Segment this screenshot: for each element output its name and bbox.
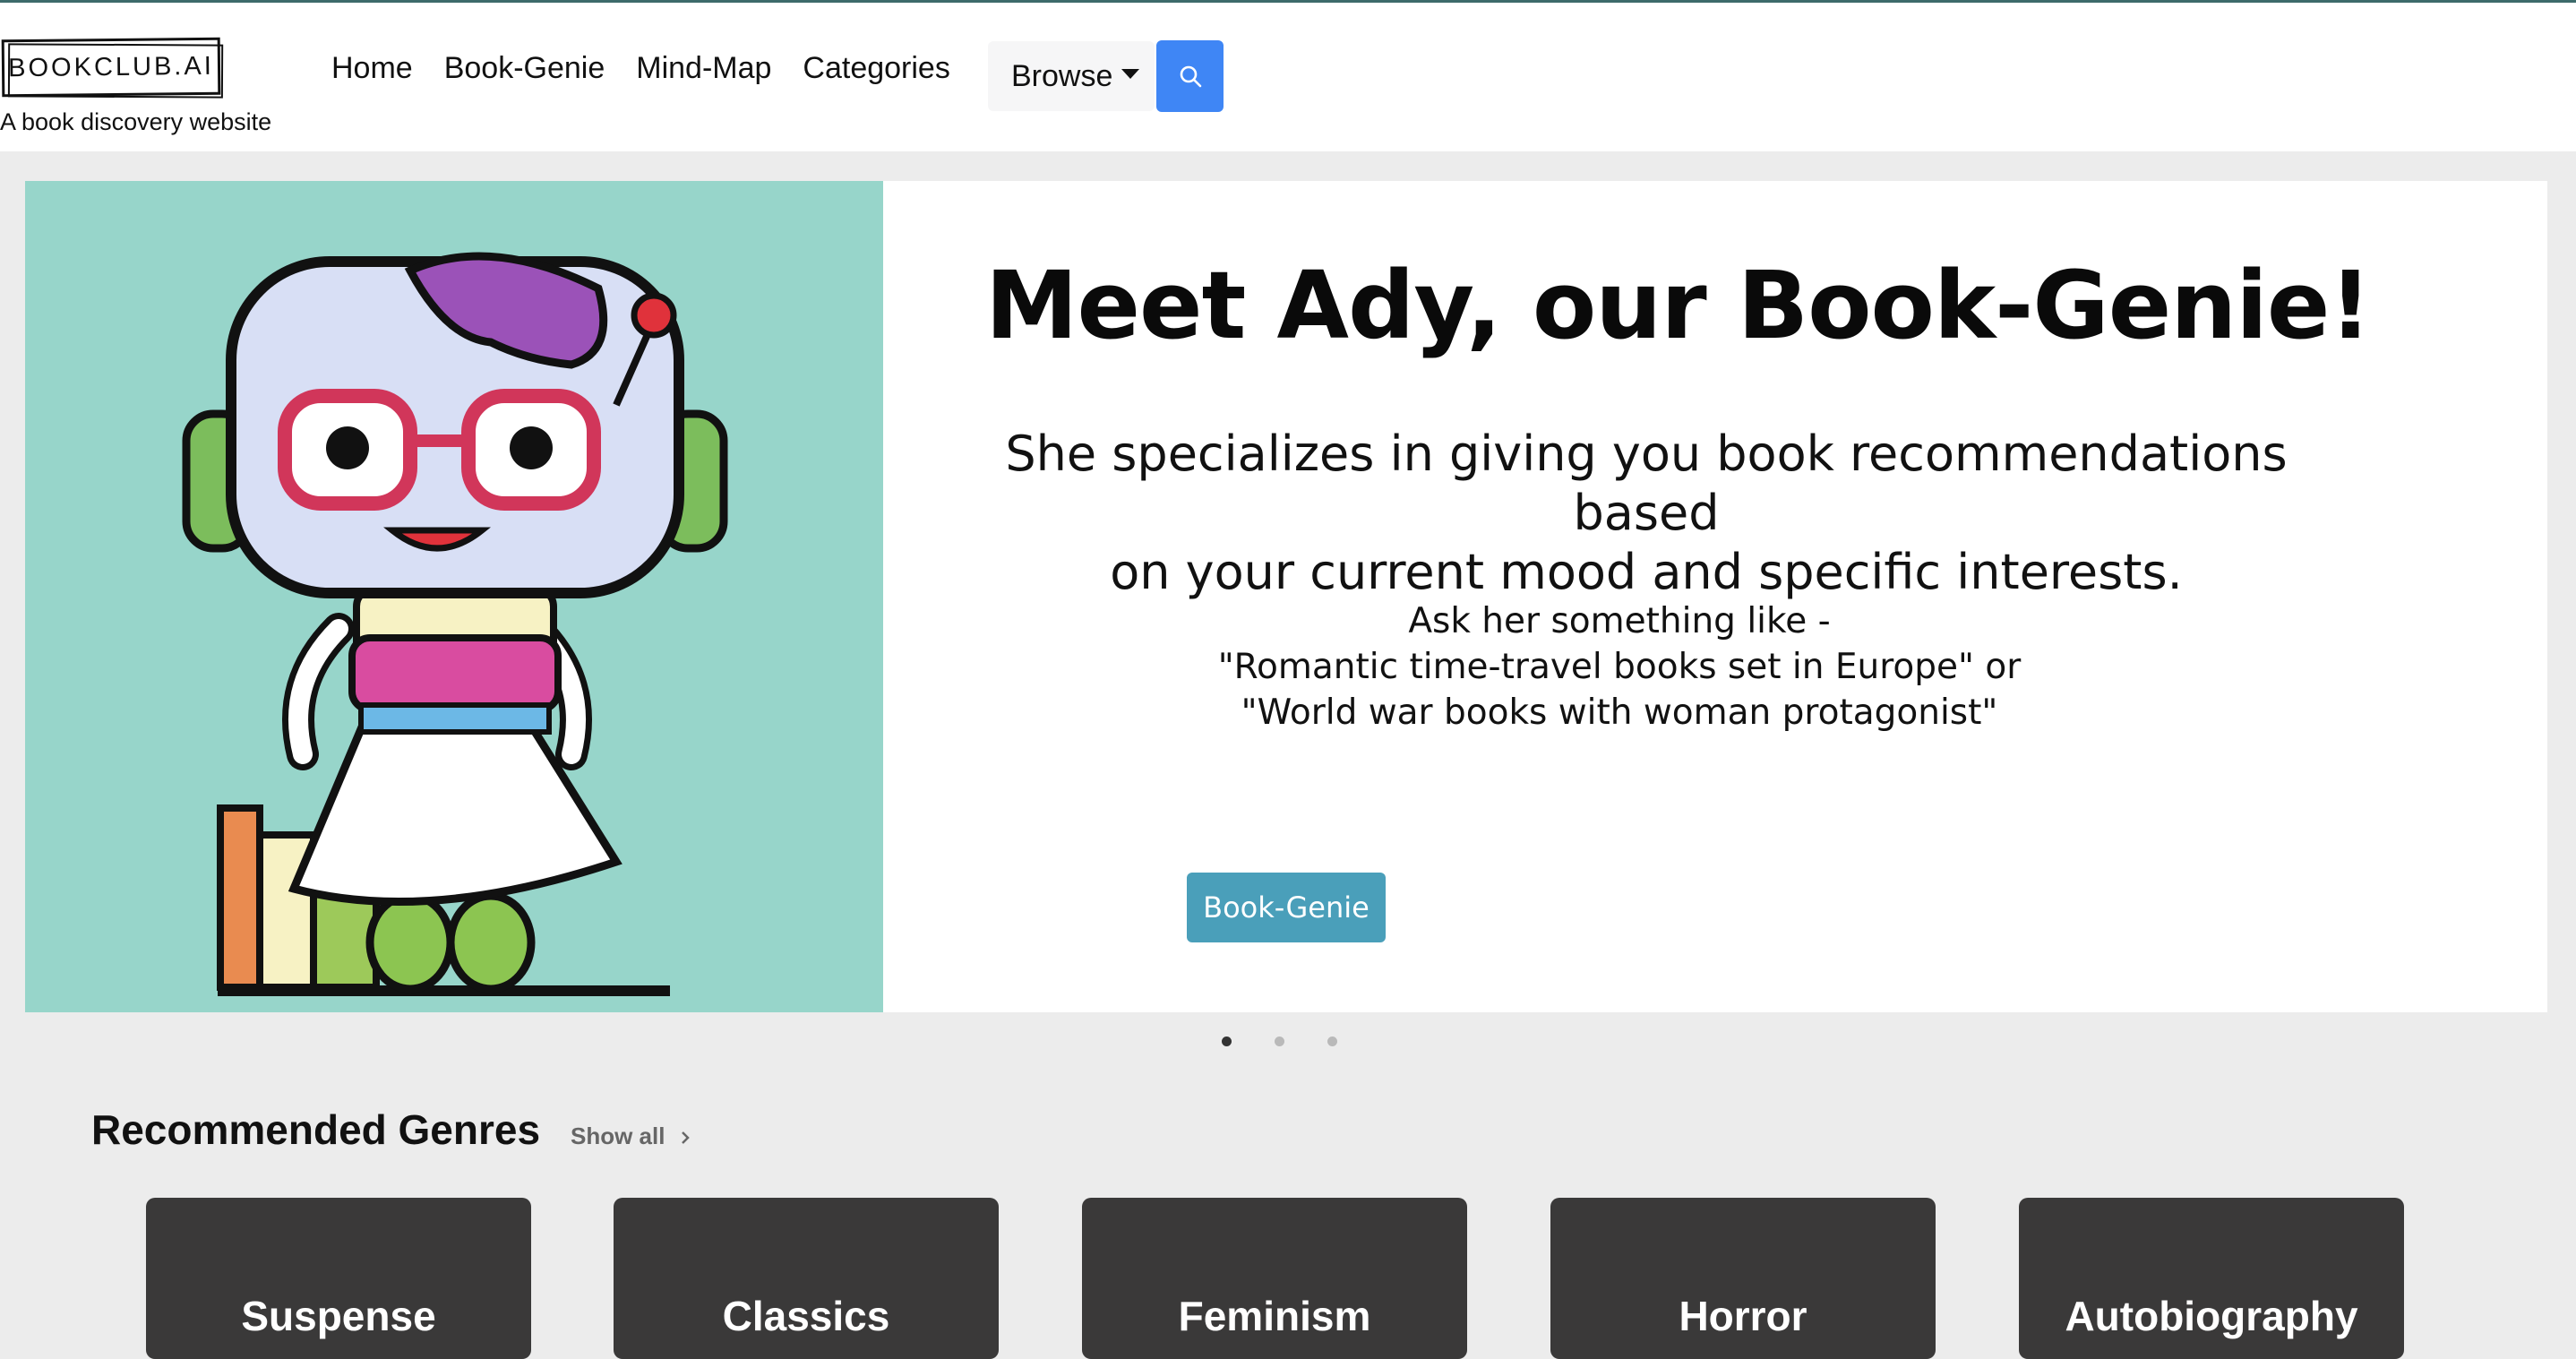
caret-down-icon bbox=[1121, 68, 1140, 79]
example-prompt: "World war books with woman protagonist" bbox=[1241, 692, 1998, 733]
genre-label: Feminism bbox=[1178, 1293, 1371, 1339]
hero-description: She specializes in giving you book recom… bbox=[948, 425, 2345, 602]
nav-home[interactable]: Home bbox=[331, 51, 413, 86]
browse-label: Browse bbox=[1011, 58, 1113, 93]
site-header: BOOKCLUB.AI A book discovery website Hom… bbox=[0, 3, 2576, 151]
nav-mind-map[interactable]: Mind-Map bbox=[636, 51, 771, 86]
hero-example-prompts: Ask her something like - "Romantic time-… bbox=[1127, 598, 2112, 735]
nav-book-genie[interactable]: Book-Genie bbox=[444, 51, 605, 86]
robot-mascot-illustration bbox=[25, 181, 883, 1012]
chevron-right-icon bbox=[681, 1131, 690, 1144]
show-all-link[interactable]: Show all bbox=[571, 1122, 691, 1150]
example-prompt: "Romantic time-travel books set in Europ… bbox=[1217, 647, 2022, 687]
show-all-label: Show all bbox=[571, 1122, 665, 1149]
genre-card-classics[interactable]: Classics bbox=[614, 1198, 999, 1359]
genre-label: Horror bbox=[1679, 1293, 1807, 1339]
carousel-indicators bbox=[1222, 1036, 1337, 1046]
section-title: Recommended Genres bbox=[91, 1106, 541, 1153]
carousel-dot-1[interactable] bbox=[1222, 1036, 1232, 1046]
example-intro: Ask her something like - bbox=[1408, 601, 1831, 641]
site-tagline: A book discovery website bbox=[0, 108, 272, 135]
carousel-dot-2[interactable] bbox=[1275, 1036, 1284, 1046]
robot-mascot-icon bbox=[182, 252, 728, 996]
logo-text: BOOKCLUB.AI bbox=[8, 51, 214, 82]
hero-title: Meet Ady, our Book-Genie! bbox=[985, 251, 2372, 360]
genre-card-horror[interactable]: Horror bbox=[1550, 1198, 1936, 1359]
genre-label: Classics bbox=[722, 1293, 890, 1339]
main-nav: Home Book-Genie Mind-Map Categories bbox=[331, 51, 982, 86]
genre-card-suspense[interactable]: Suspense bbox=[146, 1198, 531, 1359]
carousel-dot-3[interactable] bbox=[1327, 1036, 1337, 1046]
search-icon bbox=[1180, 65, 1201, 88]
book-genie-button[interactable]: Book-Genie bbox=[1187, 873, 1386, 942]
hero-banner: Meet Ady, our Book-Genie! She specialize… bbox=[25, 181, 2547, 1012]
genre-label: Autobiography bbox=[2065, 1293, 2358, 1339]
hero-description-line: on your current mood and specific intere… bbox=[1110, 544, 2183, 600]
genre-card-autobiography[interactable]: Autobiography bbox=[2019, 1198, 2404, 1359]
search-button[interactable] bbox=[1156, 40, 1224, 112]
genre-card-feminism[interactable]: Feminism bbox=[1082, 1198, 1467, 1359]
nav-categories[interactable]: Categories bbox=[803, 51, 949, 86]
browse-dropdown[interactable]: Browse bbox=[988, 41, 1155, 111]
site-logo[interactable]: BOOKCLUB.AI bbox=[1, 37, 221, 98]
hero-description-line: She specializes in giving you book recom… bbox=[1005, 426, 2288, 541]
genre-label: Suspense bbox=[241, 1293, 436, 1339]
